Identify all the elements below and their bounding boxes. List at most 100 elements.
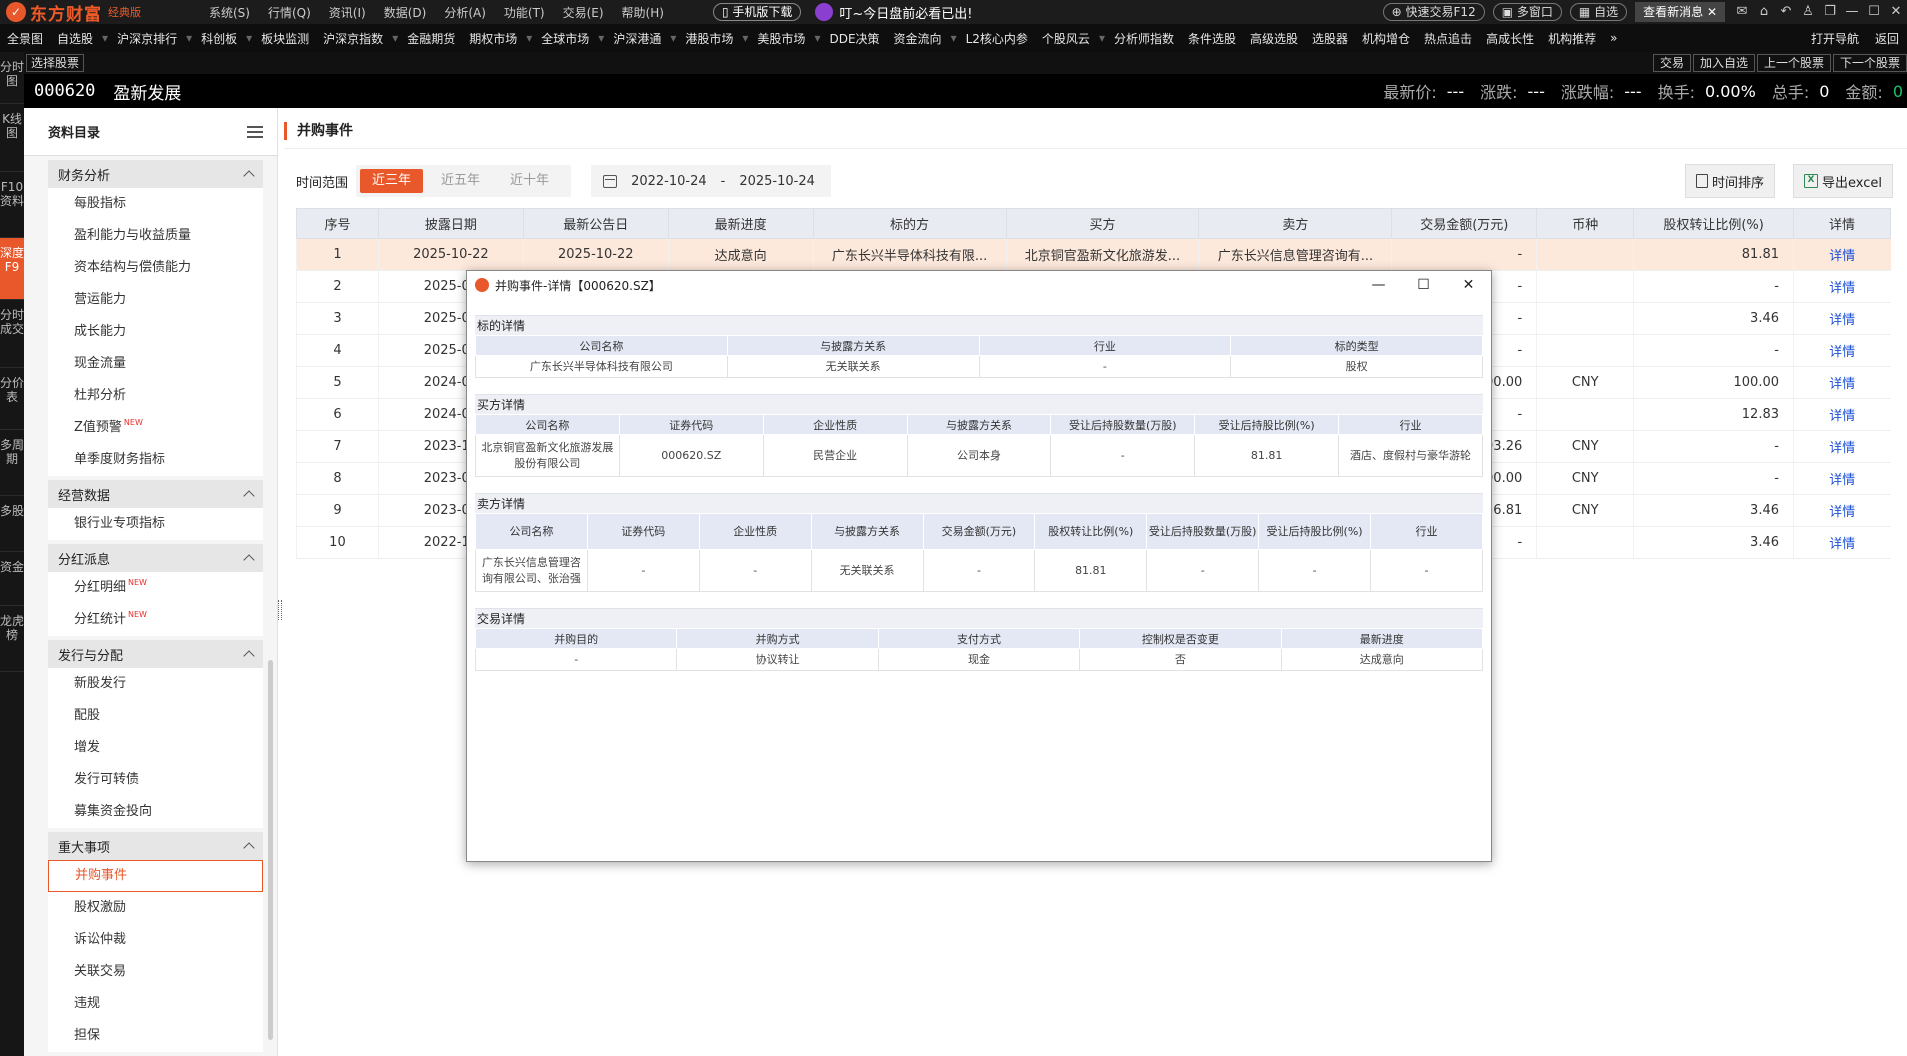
nav-ranking[interactable]: 沪深京排行 — [110, 30, 184, 47]
sidebar-item[interactable]: 银行业专项指标 — [48, 508, 263, 540]
multi-window-button[interactable]: ▣ 多窗口 — [1492, 3, 1562, 21]
nav-l2[interactable]: L2核心内参 — [959, 30, 1035, 47]
detail-link[interactable]: 详情 — [1793, 238, 1891, 271]
menu-data[interactable]: 数据(D) — [375, 4, 436, 21]
range-3y-button[interactable]: 近三年 — [360, 169, 424, 193]
sidebar-item[interactable]: 配股 — [48, 700, 263, 732]
col-header[interactable]: 序号 — [296, 208, 379, 239]
sidebar-item[interactable]: 发行可转债 — [48, 764, 263, 796]
range-5y-button[interactable]: 近五年 — [429, 169, 492, 193]
pane-splitter[interactable] — [278, 600, 282, 620]
date-range-picker[interactable]: 2022-10-24 - 2025-10-24 — [591, 165, 832, 197]
time-sort-button[interactable]: 时间排序 — [1684, 164, 1775, 198]
menu-quotes[interactable]: 行情(Q) — [259, 4, 320, 21]
col-header[interactable]: 详情 — [1793, 208, 1891, 239]
nav-index[interactable]: 沪深京指数 — [316, 30, 390, 47]
vtab-f10[interactable]: F10资料 — [0, 172, 24, 238]
col-header[interactable]: 披露日期 — [377, 208, 524, 239]
col-header[interactable]: 币种 — [1536, 208, 1635, 239]
open-nav-button[interactable]: 打开导航 — [1803, 30, 1867, 47]
sidebar-item[interactable]: 关联交易 — [48, 956, 263, 988]
detail-link[interactable]: 详情 — [1793, 398, 1891, 431]
menu-system[interactable]: 系统(S) — [200, 4, 259, 21]
col-header[interactable]: 最新公告日 — [522, 208, 669, 239]
self-select-button[interactable]: ▦ 自选 — [1569, 3, 1628, 21]
nav-options[interactable]: 期权市场 — [462, 30, 524, 47]
vtab-multi-stock[interactable]: 多股 — [0, 496, 24, 552]
sidebar-item[interactable]: 单季度财务指标 — [48, 444, 263, 476]
detail-link[interactable]: 详情 — [1793, 462, 1891, 495]
sidebar-item-ma-events[interactable]: 并购事件 — [48, 860, 263, 892]
section-header[interactable]: 财务分析 — [48, 160, 263, 188]
nav-stock-cloud[interactable]: 个股风云 — [1035, 30, 1097, 47]
menu-function[interactable]: 功能(T) — [495, 4, 554, 21]
detail-link[interactable]: 详情 — [1793, 334, 1891, 367]
vtab-ticks[interactable]: 分时成交 — [0, 300, 24, 368]
vtab-dragon-tiger[interactable]: 龙虎榜 — [0, 606, 24, 672]
detail-link[interactable]: 详情 — [1793, 430, 1891, 463]
col-header[interactable]: 买方 — [1005, 208, 1200, 239]
next-stock-button[interactable]: 下一个股票 — [1832, 54, 1907, 72]
vtab-kline[interactable]: K线图 — [0, 104, 24, 172]
maximize-icon[interactable]: ☐ — [1863, 0, 1885, 24]
sidebar-item[interactable]: 现金流量 — [48, 348, 263, 380]
maximize-icon[interactable]: ☐ — [1401, 271, 1446, 299]
col-header[interactable]: 最新进度 — [667, 208, 814, 239]
menu-help[interactable]: 帮助(H) — [613, 4, 673, 21]
vtab-f9[interactable]: 深度F9 — [0, 238, 24, 300]
nav-sector-monitor[interactable]: 板块监测 — [254, 30, 316, 47]
collapse-menu-icon[interactable] — [247, 125, 263, 138]
nav-global[interactable]: 全球市场 — [534, 30, 596, 47]
sidebar-item[interactable]: 诉讼仲裁 — [48, 924, 263, 956]
sidebar-scrollbar[interactable] — [268, 660, 273, 1040]
sidebar-item[interactable]: 盈利能力与收益质量 — [48, 220, 263, 252]
sidebar-item[interactable]: 股权激励 — [48, 892, 263, 924]
prev-stock-button[interactable]: 上一个股票 — [1756, 54, 1831, 72]
sidebar-item-dividend-detail[interactable]: 分红明细 NEW — [48, 572, 263, 604]
nav-panorama[interactable]: 全景图 — [0, 30, 50, 47]
detail-link[interactable]: 详情 — [1793, 366, 1891, 399]
nav-us[interactable]: 美股市场 — [750, 30, 812, 47]
nav-condition[interactable]: 条件选股 — [1181, 30, 1243, 47]
nav-analyst[interactable]: 分析师指数 — [1107, 30, 1181, 47]
vtab-multi-period[interactable]: 多周期 — [0, 430, 24, 496]
trade-button[interactable]: 交易 — [1652, 54, 1691, 72]
mail-icon[interactable]: ✉ — [1731, 0, 1753, 24]
sidebar-item[interactable]: 杜邦分析 — [48, 380, 263, 412]
minimize-icon[interactable]: — — [1841, 0, 1863, 24]
detail-link[interactable]: 详情 — [1793, 494, 1891, 527]
table-row[interactable]: 1 2025-10-22 2025-10-22 达成意向 广东长兴半导体科技有限… — [296, 238, 1891, 271]
sidebar-item-dividend-stats[interactable]: 分红统计 NEW — [48, 604, 263, 636]
nav-dde[interactable]: DDE决策 — [822, 30, 886, 47]
section-header[interactable]: 发行与分配 — [48, 640, 263, 668]
nav-watchlist[interactable]: 自选股 — [50, 30, 100, 47]
nav-advanced[interactable]: 高级选股 — [1243, 30, 1305, 47]
restore-icon[interactable]: ❐ — [1819, 0, 1841, 24]
select-stock-button[interactable]: 选择股票 — [26, 54, 85, 72]
undo-icon[interactable]: ↶ — [1775, 0, 1797, 24]
home-icon[interactable]: ⌂ — [1753, 0, 1775, 24]
section-header[interactable]: 经营数据 — [48, 480, 263, 508]
col-header[interactable]: 标的方 — [812, 208, 1007, 239]
sidebar-item[interactable]: 每股指标 — [48, 188, 263, 220]
nav-recommend[interactable]: 机构推荐 — [1541, 30, 1603, 47]
detail-link[interactable]: 详情 — [1793, 270, 1891, 303]
back-button[interactable]: 返回 — [1867, 30, 1907, 47]
col-header[interactable]: 卖方 — [1198, 208, 1393, 239]
sidebar-item[interactable]: 资本结构与偿债能力 — [48, 252, 263, 284]
mobile-download-button[interactable]: ▯ 手机版下载 — [712, 3, 802, 21]
nav-futures[interactable]: 金融期货 — [400, 30, 462, 47]
vtab-capital[interactable]: 资金 — [0, 552, 24, 606]
nav-hk[interactable]: 港股市场 — [678, 30, 740, 47]
dialog-title-bar[interactable]: 并购事件-详情【000620.SZ】 — ☐ ✕ — [467, 271, 1491, 299]
close-icon[interactable]: ✕ — [1707, 5, 1717, 19]
nav-star-market[interactable]: 科创板 — [194, 30, 244, 47]
shirt-icon[interactable]: ♙ — [1797, 0, 1819, 24]
nav-screener[interactable]: 选股器 — [1305, 30, 1355, 47]
sidebar-item[interactable]: 担保 — [48, 1020, 263, 1052]
sidebar-item[interactable]: 增发 — [48, 732, 263, 764]
new-message-button[interactable]: 查看新消息 ✕ — [1635, 2, 1725, 22]
sidebar-item-z-warning[interactable]: Z值预警 NEW — [48, 412, 263, 444]
window-close-icon[interactable]: ✕ — [1885, 0, 1907, 24]
nav-growth[interactable]: 高成长性 — [1479, 30, 1541, 47]
